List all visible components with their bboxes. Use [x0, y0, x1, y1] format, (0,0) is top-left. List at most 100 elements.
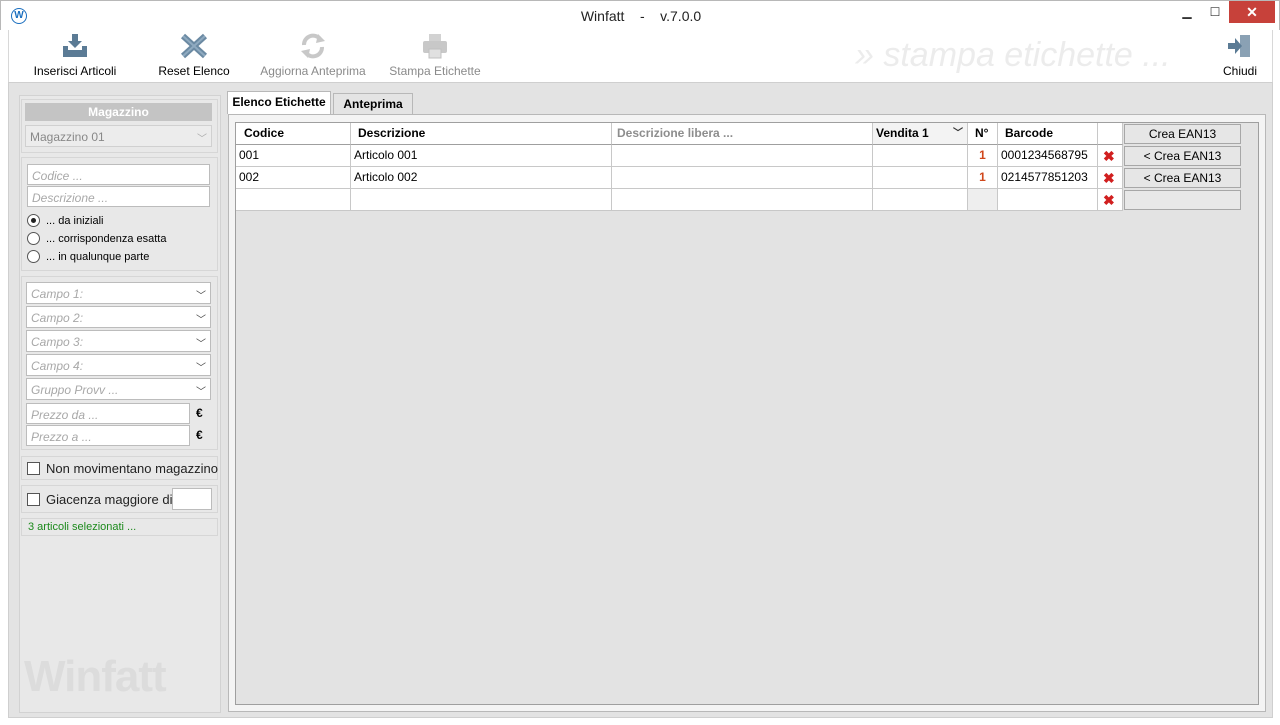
table-cell-code[interactable]: 002: [236, 167, 351, 189]
column-header-delete: [1098, 123, 1123, 145]
warehouse-header: Magazzino: [25, 103, 212, 121]
chevron-down-icon: ﹀: [196, 339, 206, 350]
update-preview-label: Aggiorna Anteprima: [260, 64, 366, 78]
campo-4-select[interactable]: Campo 4: ﹀: [26, 354, 211, 376]
column-header-codice[interactable]: Codice: [236, 123, 351, 145]
description-placeholder: Descrizione ...: [32, 191, 109, 205]
description-search-input[interactable]: Descrizione ...: [27, 186, 210, 207]
update-preview-button[interactable]: Aggiorna Anteprima: [257, 32, 369, 80]
chevron-down-icon: ﹀: [196, 387, 206, 398]
search-group: Codice ... Descrizione ... ... da inizia…: [21, 157, 218, 271]
print-labels-button[interactable]: Stampa Etichette: [383, 32, 487, 80]
table-cell-barcode[interactable]: [998, 189, 1098, 211]
table-cell-description[interactable]: Articolo 001: [351, 145, 612, 167]
create-ean13-button[interactable]: [1124, 190, 1241, 210]
chevron-down-icon: ﹀: [196, 363, 206, 374]
radio-corrispondenza-esatta[interactable]: ... corrispondenza esatta: [27, 231, 207, 247]
radio-dot[interactable]: [27, 232, 40, 245]
close-label: Chiudi: [1222, 64, 1258, 78]
column-header-descrizione[interactable]: Descrizione: [351, 123, 612, 145]
maximize-button[interactable]: ☐: [1201, 1, 1229, 23]
currency-symbol: €: [196, 428, 203, 442]
warehouse-value: Magazzino 01: [30, 130, 105, 144]
radio-da-iniziali[interactable]: ... da iniziali: [27, 213, 207, 229]
price-to-placeholder: Prezzo a ...: [31, 430, 92, 444]
create-ean13-button[interactable]: < Crea EAN13: [1124, 168, 1241, 188]
column-header-descrizione-libera[interactable]: Descrizione libera ...: [612, 123, 873, 145]
warehouse-group: Magazzino Magazzino 01 ﹀: [21, 99, 218, 153]
printer-icon: [420, 32, 450, 60]
table-cell-qty[interactable]: 1: [968, 145, 998, 167]
gruppo-provv-select[interactable]: Gruppo Provv ... ﹀: [26, 378, 211, 400]
table-cell-description[interactable]: [351, 189, 612, 211]
price-from-input[interactable]: Prezzo da ...: [26, 403, 190, 424]
window-title: Winfatt - v.7.0.0: [580, 8, 702, 24]
stock-group: Giacenza maggiore di:: [21, 485, 218, 513]
stock-greater-input[interactable]: [172, 488, 212, 510]
table-cell-barcode[interactable]: 0214577851203: [998, 167, 1098, 189]
print-labels-label: Stampa Etichette: [389, 64, 481, 78]
minimize-button[interactable]: ▁: [1173, 1, 1201, 23]
reset-list-button[interactable]: Reset Elenco: [149, 32, 239, 80]
table-cell-price[interactable]: [873, 167, 968, 189]
table-cell-free-description[interactable]: [612, 167, 873, 189]
table-cell-free-description[interactable]: [612, 189, 873, 211]
table-cell-code[interactable]: 001: [236, 145, 351, 167]
selection-status: 3 articoli selezionati ...: [28, 521, 137, 533]
table-cell-price[interactable]: [873, 189, 968, 211]
stock-greater-checkbox[interactable]: [27, 493, 40, 506]
radio-label: ... in qualunque parte: [46, 251, 150, 263]
non-movement-label: Non movimentano magazzino: [46, 461, 218, 476]
table-cell-delete: ✖: [1098, 145, 1123, 167]
table-cell-delete: ✖: [1098, 189, 1123, 211]
code-search-input[interactable]: Codice ...: [27, 164, 210, 185]
table-cell-free-description[interactable]: [612, 145, 873, 167]
delete-row-icon[interactable]: ✖: [1103, 171, 1115, 185]
table-cell-barcode[interactable]: 0001234568795: [998, 145, 1098, 167]
column-header-qty[interactable]: N°: [968, 123, 998, 145]
chevron-down-icon: ﹀: [953, 128, 963, 139]
campo-2-placeholder: Campo 2:: [31, 311, 84, 325]
toolbar: Inserisci Articoli Reset Elenco Aggiorna…: [8, 30, 1273, 82]
insert-articles-button[interactable]: Inserisci Articoli: [27, 32, 123, 80]
chevron-down-icon: ﹀: [196, 315, 206, 326]
section-watermark: » stampa etichette ...: [855, 36, 1171, 74]
campo-1-select[interactable]: Campo 1: ﹀: [26, 282, 211, 304]
radio-qualunque-parte[interactable]: ... in qualunque parte: [27, 249, 207, 265]
main-frame: Magazzino Magazzino 01 ﹀ Codice ... Desc…: [8, 82, 1273, 718]
warehouse-select[interactable]: Magazzino 01 ﹀: [25, 125, 212, 147]
table-cell-qty[interactable]: 1: [968, 167, 998, 189]
delete-row-icon[interactable]: ✖: [1103, 193, 1115, 207]
non-movement-group: Non movimentano magazzino: [21, 456, 218, 480]
tab-anteprima[interactable]: Anteprima: [333, 93, 413, 115]
tab-panel: Codice Descrizione Descrizione libera ..…: [228, 114, 1266, 712]
create-ean13-button[interactable]: < Crea EAN13: [1124, 146, 1241, 166]
campo-3-placeholder: Campo 3:: [31, 335, 84, 349]
create-ean13-all-button[interactable]: Crea EAN13: [1124, 124, 1241, 144]
close-window-button[interactable]: ✕: [1229, 1, 1275, 23]
column-header-barcode[interactable]: Barcode: [998, 123, 1098, 145]
delete-row-icon[interactable]: ✖: [1103, 149, 1115, 163]
table-cell-qty[interactable]: [968, 189, 998, 211]
price-list-select[interactable]: Vendita 1 ﹀: [873, 123, 968, 145]
campo-1-placeholder: Campo 1:: [31, 287, 84, 301]
campo-3-select[interactable]: Campo 3: ﹀: [26, 330, 211, 352]
code-placeholder: Codice ...: [32, 169, 83, 183]
field-filter-group: Campo 1: ﹀ Campo 2: ﹀ Campo 3: ﹀ Campo 4…: [21, 276, 218, 450]
close-button[interactable]: Chiudi: [1215, 32, 1265, 80]
table-cell-price[interactable]: [873, 145, 968, 167]
refresh-icon: [298, 32, 328, 60]
tray-download-icon: [60, 32, 90, 60]
non-movement-checkbox[interactable]: [27, 462, 40, 475]
campo-4-placeholder: Campo 4:: [31, 359, 84, 373]
filter-panel: Magazzino Magazzino 01 ﹀ Codice ... Desc…: [19, 95, 221, 713]
tab-elenco-etichette[interactable]: Elenco Etichette: [227, 91, 331, 114]
radio-dot[interactable]: [27, 214, 40, 227]
table-cell-code[interactable]: [236, 189, 351, 211]
radio-dot[interactable]: [27, 250, 40, 263]
radio-label: ... da iniziali: [46, 215, 104, 227]
price-to-input[interactable]: Prezzo a ...: [26, 425, 190, 446]
chevron-down-icon: ﹀: [196, 291, 206, 302]
table-cell-description[interactable]: Articolo 002: [351, 167, 612, 189]
campo-2-select[interactable]: Campo 2: ﹀: [26, 306, 211, 328]
